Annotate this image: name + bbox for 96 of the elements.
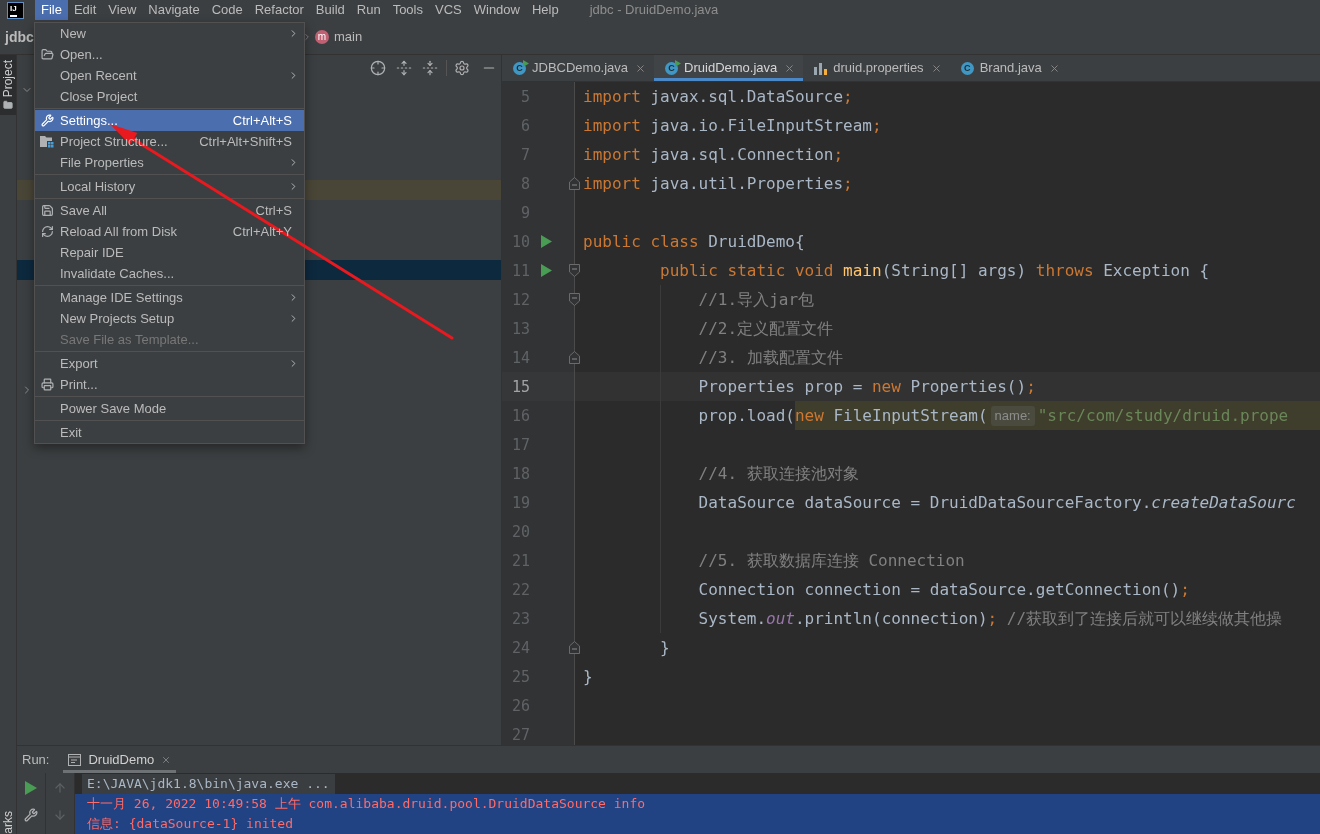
- menu-item[interactable]: Settings... Ctrl+Alt+S: [35, 110, 304, 131]
- run-tab[interactable]: DruidDemo: [63, 746, 177, 773]
- menu-item[interactable]: File Properties: [35, 152, 304, 173]
- code-line: }: [660, 637, 670, 658]
- breadcrumb[interactable]: jdbc: [5, 26, 34, 48]
- editor-tab[interactable]: C JDBCDemo.java: [502, 55, 655, 81]
- expand-all-icon[interactable]: [396, 59, 412, 76]
- menu-bar-item[interactable]: Window: [467, 0, 526, 20]
- run-icon[interactable]: [540, 235, 552, 248]
- close-icon[interactable]: [635, 62, 647, 74]
- window-title: jdbc - DruidDemo.java: [589, 1, 719, 20]
- menu-bar-item[interactable]: View: [102, 0, 143, 20]
- close-icon[interactable]: [784, 62, 796, 74]
- menu-bar-item[interactable]: Run: [350, 0, 387, 20]
- menu-bar-item[interactable]: Edit: [67, 0, 103, 20]
- menu-item[interactable]: Exit: [35, 422, 304, 443]
- fold-icon[interactable]: [569, 351, 580, 364]
- menu-item[interactable]: New Projects Setup: [35, 308, 304, 329]
- code-line: Connection connection = dataSource.getConnection();: [698, 579, 1190, 600]
- fold-icon[interactable]: [569, 177, 580, 190]
- fold-icon[interactable]: [569, 293, 580, 306]
- editor-tab[interactable]: C DruidDemo.java: [654, 55, 804, 81]
- line-number: 15: [510, 377, 530, 396]
- code-line: //5. 获取数据库连接 Connection: [698, 550, 965, 571]
- crosshair-icon[interactable]: [370, 59, 386, 76]
- code-line: System.out.println(connection); //获取到了连接后就可以继续做其他操: [698, 608, 1283, 629]
- method-badge: m: [315, 30, 329, 44]
- menu-item[interactable]: Print...: [35, 374, 304, 395]
- menu-item[interactable]: Repair IDE: [35, 242, 304, 263]
- collapse-all-icon[interactable]: [422, 59, 438, 76]
- code-line: new FileInputStream(: [794, 405, 988, 426]
- close-icon[interactable]: [1048, 62, 1060, 74]
- editor-tab[interactable]: druid.properties: [803, 55, 950, 81]
- code-line: public static void main(String[] args) throws Exception {: [660, 260, 1210, 281]
- editor-tab[interactable]: C Brand.java: [949, 55, 1068, 81]
- tool-window-tab[interactable]: Project: [0, 55, 16, 116]
- code-line: Properties prop = new Properties();: [698, 376, 1036, 397]
- refresh-icon: [40, 225, 54, 238]
- app-logo: IJ: [7, 1, 24, 19]
- menu-item[interactable]: Save All Ctrl+S: [35, 200, 304, 221]
- menu-bar-item[interactable]: Build: [309, 0, 351, 20]
- panel-title: Run:: [22, 750, 50, 769]
- code-line: //1.导入jar包: [698, 289, 815, 310]
- wrench-icon: [40, 114, 54, 127]
- menu-item[interactable]: Invalidate Caches...: [35, 263, 304, 284]
- wrench-icon[interactable]: [24, 808, 38, 822]
- code-line: import javax.sql.DataSource;: [583, 86, 853, 107]
- breadcrumb[interactable]: main: [334, 27, 363, 47]
- menu-item[interactable]: Local History: [35, 176, 304, 197]
- close-icon[interactable]: [930, 62, 942, 74]
- printer-icon: [40, 378, 54, 391]
- code-line: //4. 获取连接池对象: [698, 463, 859, 484]
- code-line: //2.定义配置文件: [698, 318, 834, 339]
- chevron-right-icon: [302, 32, 312, 42]
- menu-bar-item[interactable]: Help: [525, 0, 565, 20]
- menu-bar-item[interactable]: VCS: [429, 0, 468, 20]
- code-line: import java.sql.Connection;: [583, 144, 844, 165]
- menu-bar-item[interactable]: Tools: [386, 0, 429, 20]
- menu-item[interactable]: Open Recent: [35, 65, 304, 86]
- code-line: "src/com/study/druid.prope: [1037, 405, 1289, 426]
- folder-open-icon: [40, 48, 54, 61]
- folder-grid-icon: [40, 135, 54, 148]
- run-icon[interactable]: [25, 781, 37, 795]
- keyboard-shortcut: Ctrl+Alt+S: [232, 111, 292, 130]
- close-icon[interactable]: [161, 754, 172, 765]
- run-icon[interactable]: [540, 264, 552, 277]
- menu-item[interactable]: New: [35, 23, 304, 44]
- code-line: import java.io.FileInputStream;: [583, 115, 882, 136]
- folder-icon: [3, 100, 13, 111]
- code-line: }: [583, 666, 593, 687]
- code-line: public class DruidDemo{: [583, 231, 805, 252]
- settings-icon[interactable]: [454, 59, 470, 76]
- menu-item[interactable]: Power Save Mode: [35, 398, 304, 419]
- parameter-hint: name:: [990, 405, 1035, 426]
- class-badge: C: [960, 61, 974, 75]
- keyboard-shortcut: Ctrl+Alt+Shift+S: [199, 132, 292, 151]
- menu-bar-item[interactable]: Refactor: [248, 0, 310, 20]
- menu-bar-item[interactable]: Code: [205, 0, 249, 20]
- bar-chart-icon: [814, 61, 828, 75]
- console-icon: [68, 753, 82, 766]
- code-line: DataSource dataSource = DruidDataSourceFactory.createDataSourc: [698, 492, 1296, 513]
- fold-icon[interactable]: [569, 264, 580, 277]
- tool-window-tab[interactable]: arks: [0, 808, 16, 834]
- menu-item[interactable]: Export: [35, 353, 304, 374]
- menu-item[interactable]: Open...: [35, 44, 304, 65]
- run-icon[interactable]: [675, 59, 682, 67]
- code-line: //3. 加载配置文件: [698, 347, 843, 368]
- menu-bar-item[interactable]: Navigate: [142, 0, 206, 20]
- code-line: import java.util.Properties;: [583, 173, 853, 194]
- fold-icon[interactable]: [569, 641, 580, 654]
- menu-item[interactable]: Manage IDE Settings: [35, 287, 304, 308]
- code-line: prop.load(: [698, 405, 795, 426]
- keyboard-shortcut: Ctrl+S: [255, 201, 292, 220]
- menu-bar-item[interactable]: File: [35, 0, 68, 20]
- run-icon[interactable]: [523, 59, 529, 67]
- menu-item[interactable]: Close Project: [35, 86, 304, 107]
